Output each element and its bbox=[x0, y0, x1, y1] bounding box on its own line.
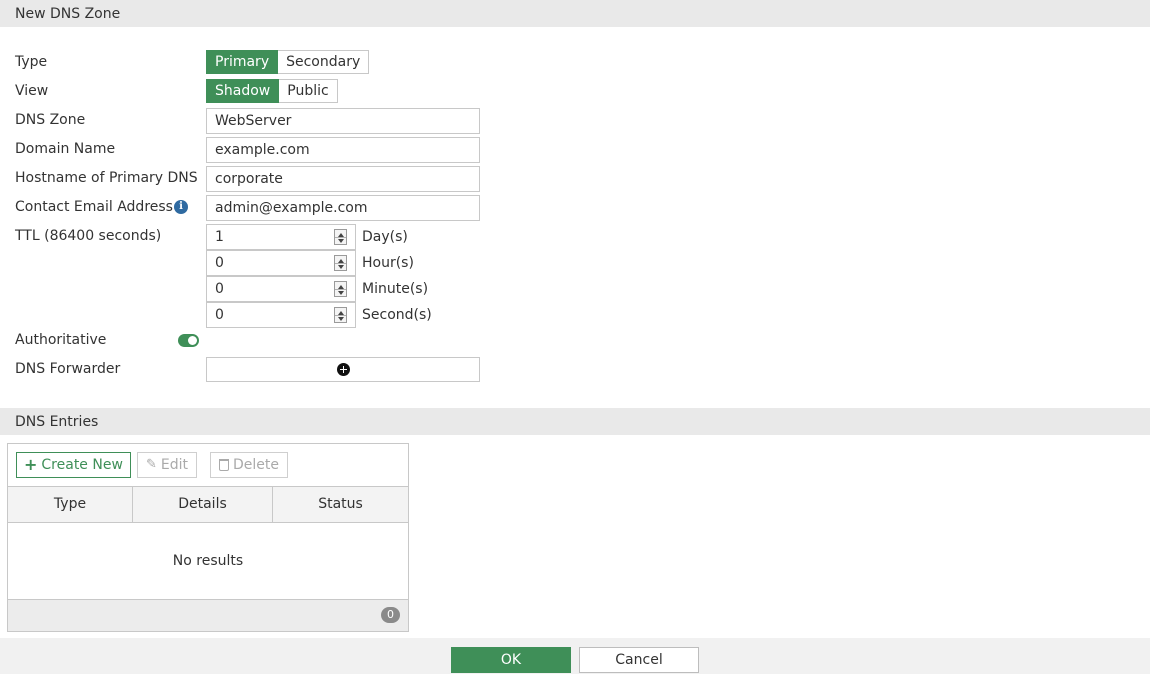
dns-entries-header: DNS Entries bbox=[0, 408, 1150, 435]
page-title: New DNS Zone bbox=[0, 0, 1150, 27]
authoritative-label: Authoritative bbox=[15, 332, 107, 348]
view-public-button[interactable]: Public bbox=[279, 79, 338, 103]
dialog-footer: OK Cancel bbox=[0, 638, 1150, 674]
ttl-days-stepper[interactable]: 1 bbox=[206, 224, 356, 250]
table-footer: 0 bbox=[8, 599, 408, 631]
delete-button[interactable]: Delete bbox=[210, 452, 288, 478]
dns-forwarder-label: DNS Forwarder bbox=[15, 361, 121, 377]
stepper-arrows-icon[interactable] bbox=[334, 255, 347, 271]
ttl-days-value: 1 bbox=[215, 229, 224, 245]
authoritative-toggle[interactable] bbox=[178, 334, 199, 347]
ok-button[interactable]: OK bbox=[451, 647, 571, 673]
type-label: Type bbox=[15, 54, 48, 70]
type-selector: Primary Secondary bbox=[206, 50, 370, 74]
dns-entries-title: DNS Entries bbox=[15, 414, 99, 430]
hostname-input[interactable]: corporate bbox=[206, 166, 480, 192]
ttl-seconds-unit: Second(s) bbox=[362, 307, 432, 323]
ttl-days-unit: Day(s) bbox=[362, 229, 408, 245]
ttl-minutes-stepper[interactable]: 0 bbox=[206, 276, 356, 302]
stepper-arrows-icon[interactable] bbox=[334, 229, 347, 245]
dns-zone-input[interactable]: WebServer bbox=[206, 108, 480, 134]
plus-circle-icon bbox=[337, 363, 350, 376]
dns-entries-table: + Create New ✎ Edit Delete Type Details … bbox=[7, 443, 409, 632]
plus-icon: + bbox=[24, 455, 38, 474]
cancel-button[interactable]: Cancel bbox=[579, 647, 699, 673]
ttl-seconds-stepper[interactable]: 0 bbox=[206, 302, 356, 328]
ttl-minutes-unit: Minute(s) bbox=[362, 281, 429, 297]
stepper-arrows-icon[interactable] bbox=[334, 281, 347, 297]
entry-count-badge: 0 bbox=[381, 607, 400, 623]
column-header-type[interactable]: Type bbox=[8, 486, 133, 523]
view-selector: Shadow Public bbox=[206, 79, 338, 103]
trash-icon bbox=[219, 459, 229, 471]
column-header-status[interactable]: Status bbox=[273, 486, 408, 523]
ttl-hours-value: 0 bbox=[215, 255, 224, 271]
info-circle-icon[interactable]: i bbox=[174, 200, 188, 214]
ttl-hours-stepper[interactable]: 0 bbox=[206, 250, 356, 276]
dns-zone-label: DNS Zone bbox=[15, 112, 86, 128]
view-label: View bbox=[15, 83, 49, 99]
dns-forwarder-add-button[interactable] bbox=[206, 357, 480, 382]
view-shadow-button[interactable]: Shadow bbox=[206, 79, 280, 103]
ttl-minutes-value: 0 bbox=[215, 281, 224, 297]
pencil-icon: ✎ bbox=[146, 457, 157, 472]
ttl-label: TTL (86400 seconds) bbox=[15, 228, 162, 244]
edit-button[interactable]: ✎ Edit bbox=[137, 452, 198, 478]
create-new-button[interactable]: + Create New bbox=[16, 452, 131, 478]
delete-label: Delete bbox=[233, 457, 279, 473]
domain-name-label: Domain Name bbox=[15, 141, 116, 157]
edit-label: Edit bbox=[160, 457, 189, 473]
stepper-arrows-icon[interactable] bbox=[334, 307, 347, 323]
domain-name-input[interactable]: example.com bbox=[206, 137, 480, 163]
contact-email-input[interactable]: admin@example.com bbox=[206, 195, 480, 221]
empty-state-text: No results bbox=[172, 553, 244, 569]
type-primary-button[interactable]: Primary bbox=[206, 50, 279, 74]
hostname-label: Hostname of Primary DNS bbox=[15, 170, 198, 186]
ttl-seconds-value: 0 bbox=[215, 307, 224, 323]
page-title-text: New DNS Zone bbox=[15, 6, 121, 22]
ttl-hours-unit: Hour(s) bbox=[362, 255, 414, 271]
type-secondary-button[interactable]: Secondary bbox=[278, 50, 370, 74]
contact-email-label: Contact Email Address bbox=[15, 199, 173, 215]
create-new-label: Create New bbox=[41, 457, 123, 473]
column-header-details[interactable]: Details bbox=[133, 486, 273, 523]
